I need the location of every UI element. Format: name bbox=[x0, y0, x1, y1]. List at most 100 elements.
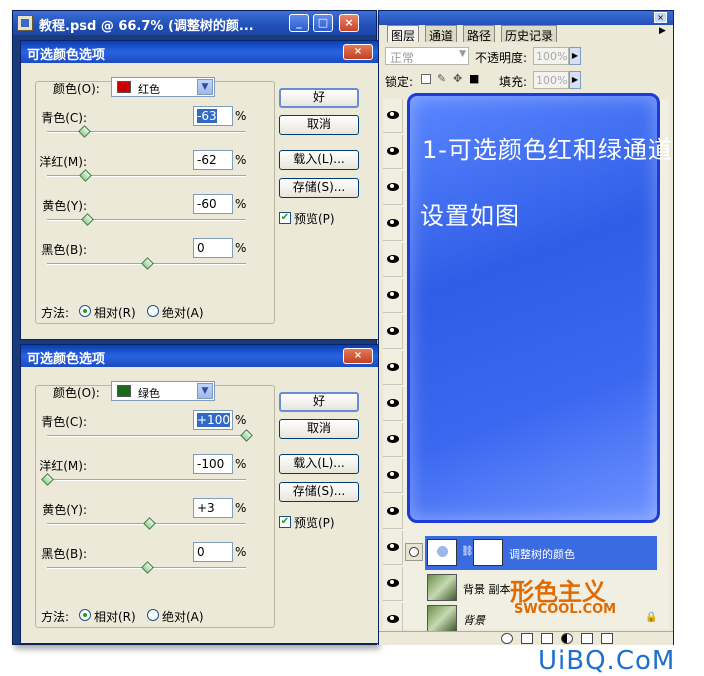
opacity-input[interactable]: 100% bbox=[533, 47, 569, 65]
slider-value-input[interactable]: -62 bbox=[193, 150, 233, 170]
save-button[interactable]: 存储(S)... bbox=[279, 178, 359, 198]
lock-move-icon[interactable]: ✥ bbox=[453, 72, 462, 85]
dialog-close-button[interactable]: × bbox=[343, 348, 373, 364]
layer-row-adjustment[interactable]: ⛓ 调整树的颜色 bbox=[425, 536, 657, 570]
new-layer-icon[interactable] bbox=[581, 633, 593, 644]
visibility-toggle[interactable] bbox=[383, 99, 403, 133]
visibility-toggle[interactable] bbox=[383, 459, 403, 493]
mask-link-icon[interactable] bbox=[405, 543, 423, 561]
dialog-title-bar[interactable]: 可选颜色选项 × bbox=[21, 41, 381, 63]
method-absolute-label[interactable]: 绝对(A) bbox=[162, 608, 204, 625]
fill-input[interactable]: 100% bbox=[533, 71, 569, 89]
visibility-toggle[interactable] bbox=[383, 567, 403, 601]
lock-all-icon[interactable]: ■ bbox=[469, 72, 479, 85]
slider-track[interactable] bbox=[47, 175, 246, 177]
add-mask-icon[interactable] bbox=[521, 633, 533, 644]
slider-track[interactable] bbox=[47, 219, 246, 221]
color-select[interactable]: 绿色 ▼ bbox=[111, 381, 215, 401]
eye-icon bbox=[387, 183, 399, 191]
dialog-title-bar[interactable]: 可选颜色选项 × bbox=[21, 345, 381, 367]
visibility-toggle[interactable] bbox=[383, 387, 403, 421]
visibility-toggle[interactable] bbox=[383, 171, 403, 205]
trash-icon[interactable] bbox=[601, 633, 613, 644]
palette-menu-icon[interactable]: ▶ bbox=[659, 26, 666, 36]
load-button[interactable]: 载入(L)... bbox=[279, 150, 359, 170]
method-relative-radio[interactable] bbox=[79, 609, 91, 621]
chevron-down-icon: ▼ bbox=[459, 49, 466, 59]
lock-paint-icon[interactable]: ✎ bbox=[437, 72, 446, 85]
method-relative-label[interactable]: 相对(R) bbox=[94, 304, 136, 321]
adjustment-circle-icon bbox=[437, 546, 448, 557]
dialog-title: 可选颜色选项 bbox=[27, 352, 106, 367]
slider-value-input[interactable]: -100 bbox=[193, 454, 233, 474]
method-absolute-label[interactable]: 绝对(A) bbox=[162, 304, 204, 321]
visibility-toggle[interactable] bbox=[383, 495, 403, 529]
layer-style-icon[interactable] bbox=[501, 633, 513, 644]
save-button[interactable]: 存储(S)... bbox=[279, 482, 359, 502]
visibility-toggle[interactable] bbox=[383, 135, 403, 169]
visibility-toggle[interactable] bbox=[383, 243, 403, 277]
close-window-button[interactable]: × bbox=[339, 14, 359, 32]
cancel-button[interactable]: 取消 bbox=[279, 419, 359, 439]
tab-channels[interactable]: 通道 bbox=[425, 25, 458, 43]
slider-value-input[interactable]: -60 bbox=[193, 194, 233, 214]
color-select-value: 红色 bbox=[138, 83, 160, 96]
blend-mode-select[interactable]: 正常 ▼ bbox=[385, 47, 469, 65]
eye-icon bbox=[387, 471, 399, 479]
eye-icon bbox=[387, 435, 399, 443]
tab-paths[interactable]: 路径 bbox=[463, 25, 496, 43]
tab-history[interactable]: 历史记录 bbox=[501, 25, 558, 43]
slider-track[interactable] bbox=[47, 435, 246, 437]
method-absolute-radio[interactable] bbox=[147, 609, 159, 621]
slider-value-input[interactable]: 0 bbox=[193, 238, 233, 258]
ok-button[interactable]: 好 bbox=[279, 392, 359, 412]
dialog-close-button[interactable]: × bbox=[343, 44, 373, 60]
eye-icon bbox=[387, 291, 399, 299]
preview-label[interactable]: 预览(P) bbox=[294, 514, 335, 531]
maximize-button[interactable]: □ bbox=[313, 14, 333, 32]
slider-value-input[interactable]: 0 bbox=[193, 542, 233, 562]
preview-checkbox[interactable]: ✔ bbox=[279, 516, 291, 528]
slider-value-input[interactable]: +100 bbox=[193, 410, 233, 430]
color-select[interactable]: 红色 ▼ bbox=[111, 77, 215, 97]
layer-name: 背景 副本 bbox=[463, 583, 511, 596]
opacity-slider-toggle[interactable]: ▶ bbox=[569, 47, 581, 65]
fill-slider-toggle[interactable]: ▶ bbox=[569, 71, 581, 89]
cancel-button[interactable]: 取消 bbox=[279, 115, 359, 135]
method-label: 方法: bbox=[41, 610, 70, 624]
tab-layers[interactable]: 图层 bbox=[387, 25, 420, 43]
visibility-toggle[interactable] bbox=[383, 315, 403, 349]
load-button[interactable]: 载入(L)... bbox=[279, 454, 359, 474]
visibility-toggle[interactable] bbox=[383, 423, 403, 457]
preview-checkbox[interactable]: ✔ bbox=[279, 212, 291, 224]
blend-mode-value: 正常 bbox=[390, 51, 415, 65]
minimize-button[interactable]: _ bbox=[289, 14, 309, 32]
chevron-down-icon[interactable]: ▼ bbox=[197, 79, 213, 95]
layer-thumbnail-icon bbox=[427, 605, 457, 632]
visibility-toggle[interactable] bbox=[383, 531, 403, 565]
new-group-icon[interactable] bbox=[541, 633, 553, 644]
adjustment-layer-icon[interactable] bbox=[561, 633, 573, 644]
slider-value-input[interactable]: +3 bbox=[193, 498, 233, 518]
close-icon[interactable]: × bbox=[654, 12, 667, 23]
palette-title-bar[interactable]: × bbox=[379, 11, 673, 25]
ok-button[interactable]: 好 bbox=[279, 88, 359, 108]
document-title-bar[interactable]: 教程.psd @ 66.7% (调整树的颜... _ □ × bbox=[13, 11, 376, 35]
visibility-toggle[interactable] bbox=[383, 351, 403, 385]
lock-transparency-icon[interactable] bbox=[421, 74, 431, 84]
eye-icon bbox=[387, 147, 399, 155]
visibility-toggle[interactable] bbox=[383, 279, 403, 313]
preview-label[interactable]: 预览(P) bbox=[294, 210, 335, 227]
visibility-toggle[interactable] bbox=[383, 207, 403, 241]
slider-label: 青色(C): bbox=[41, 415, 87, 429]
method-absolute-radio[interactable] bbox=[147, 305, 159, 317]
method-relative-radio[interactable] bbox=[79, 305, 91, 317]
slider-track[interactable] bbox=[47, 479, 246, 481]
slider-value-input[interactable]: -63 bbox=[193, 106, 233, 126]
slider-track[interactable] bbox=[47, 131, 246, 133]
fill-label: 填充: bbox=[499, 75, 528, 89]
swcool-logo: 形色主义 SWCOOL.COM bbox=[510, 572, 638, 618]
chevron-down-icon[interactable]: ▼ bbox=[197, 383, 213, 399]
color-label: 颜色(O): bbox=[53, 82, 100, 96]
method-relative-label[interactable]: 相对(R) bbox=[94, 608, 136, 625]
